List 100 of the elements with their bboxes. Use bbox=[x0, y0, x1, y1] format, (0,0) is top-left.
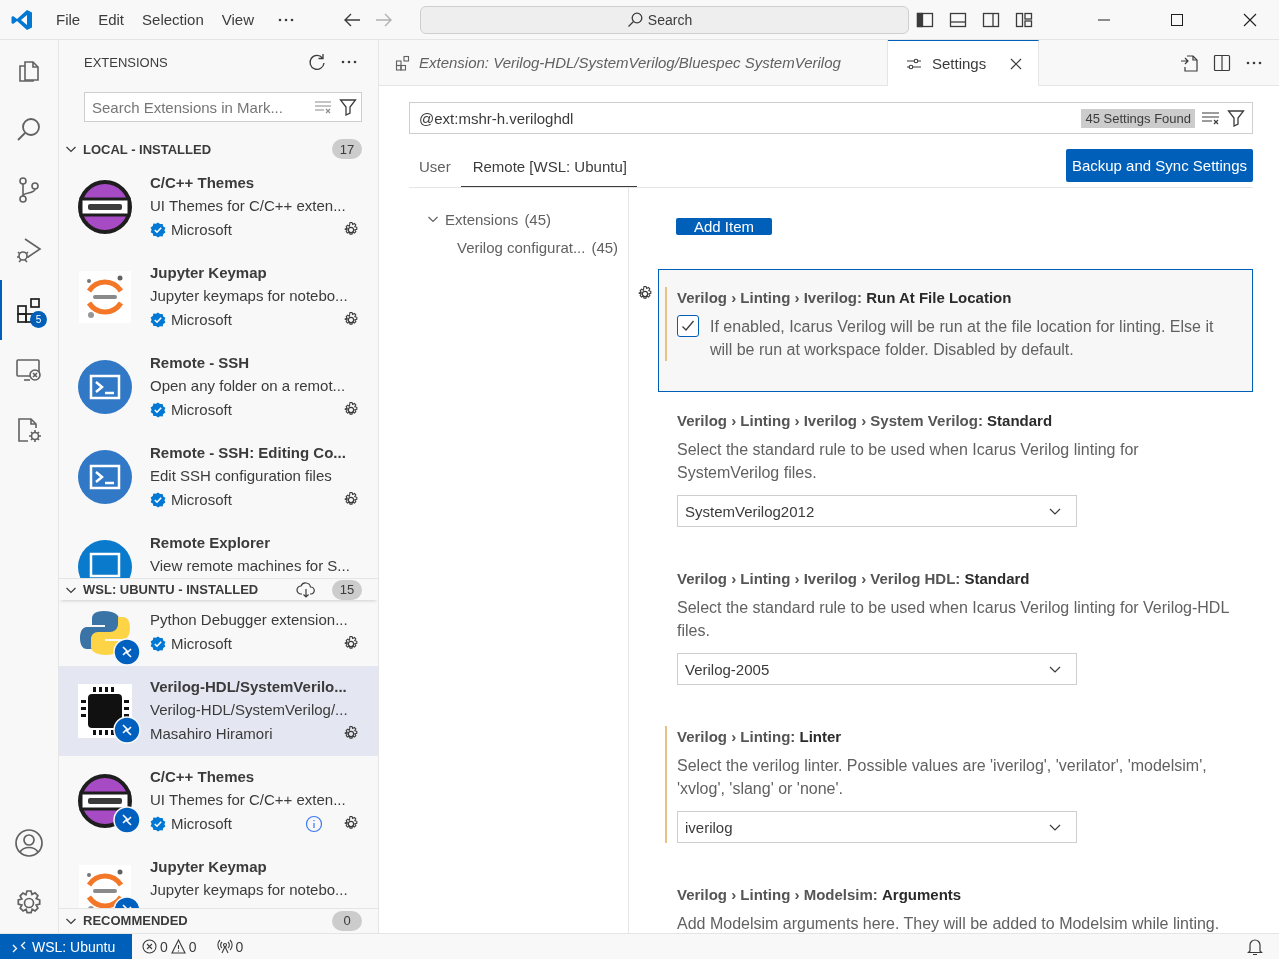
extension-name: C/C++ Themes bbox=[150, 767, 256, 787]
layout-icon[interactable] bbox=[1015, 10, 1033, 29]
extension-description: Jupyter keymaps for notebo... bbox=[150, 880, 349, 900]
menu-item[interactable]: Edit bbox=[89, 7, 134, 32]
setting-description: Add Modelsim arguments here. They will be added to Modelsim while linting. bbox=[677, 914, 1221, 933]
count-badge: 15 bbox=[332, 579, 362, 600]
more-icon[interactable] bbox=[277, 16, 295, 23]
section-title: RECOMMENDED bbox=[83, 913, 189, 928]
cloud-download-icon[interactable] bbox=[296, 581, 316, 598]
remote-icon bbox=[12, 939, 26, 954]
scope-tab[interactable]: Remote [WSL: Ubuntu] bbox=[460, 147, 637, 187]
count-badge: 17 bbox=[332, 139, 362, 159]
publisher-name: Microsoft bbox=[171, 311, 232, 328]
sidebar-toggle-icon[interactable] bbox=[916, 10, 934, 29]
setting-description: Select the standard rule to be used when Icarus Verilog linting for Verilog-HDL files. bbox=[677, 598, 1230, 641]
setting-description: Select the standard rule to be used when Icarus Verilog linting for SystemVerilog files. bbox=[677, 440, 1140, 483]
extensions-icon bbox=[15, 296, 43, 324]
setting-title: Verilog › Linting: Linter bbox=[677, 727, 843, 747]
extension-name: C/C++ Themes bbox=[150, 173, 256, 193]
extension-item[interactable]: Remote - SSH: Editing Co... Edit SSH configuration files Microsoft bbox=[59, 432, 378, 522]
run-debug-icon bbox=[15, 236, 43, 264]
setting-title: Verilog › Linting › Iverilog › System Verilog: Standard bbox=[677, 411, 1054, 431]
remote-indicator[interactable]: WSL: Ubuntu bbox=[0, 934, 132, 959]
extension-description: Jupyter keymaps for notebo... bbox=[150, 286, 349, 306]
remote-monitor-icon bbox=[15, 356, 43, 384]
setting-description: If enabled, Icarus Verilog will be run at the file location for linting. Else it will be run at workspace folder. Disabled by default. bbox=[710, 317, 1215, 360]
scope-tab[interactable]: User bbox=[409, 147, 461, 187]
ports-indicator[interactable]: 0 bbox=[206, 938, 254, 955]
publisher-name: Microsoft bbox=[171, 635, 232, 652]
menu-item[interactable]: Selection bbox=[133, 7, 213, 32]
more-icon[interactable] bbox=[340, 59, 358, 65]
section-header[interactable]: LOCAL - INSTALLED 17 bbox=[59, 136, 378, 162]
extension-item[interactable]: Jupyter Keymap Jupyter keymaps for notebo... Microsoft bbox=[59, 252, 378, 342]
dropdown[interactable]: iverilog bbox=[677, 811, 1077, 843]
split-layout-icon[interactable] bbox=[982, 10, 1000, 29]
terminal-logo-icon bbox=[78, 450, 132, 504]
menu-item[interactable]: View bbox=[212, 7, 263, 32]
clear-filter-icon[interactable] bbox=[1201, 110, 1221, 126]
close-icon[interactable] bbox=[1010, 57, 1023, 70]
warning-icon bbox=[170, 939, 186, 954]
search-field[interactable]: Search bbox=[420, 5, 909, 34]
setting-title: Verilog › Linting › Modelsim: Arguments bbox=[677, 885, 963, 905]
app-logo-icon bbox=[11, 8, 33, 31]
filter-icon[interactable] bbox=[1227, 109, 1245, 127]
panel-toggle-icon[interactable] bbox=[949, 10, 967, 29]
close-icon[interactable] bbox=[1243, 12, 1257, 27]
dropdown[interactable]: SystemVerilog2012 bbox=[677, 495, 1077, 527]
dropdown[interactable]: Verilog-2005 bbox=[677, 653, 1077, 685]
toc-item[interactable]: Extensions (45) bbox=[409, 205, 628, 233]
extension-item[interactable]: C/C++ Themes UI Themes for C/C++ exten... Microsoft bbox=[59, 756, 378, 846]
add-item-button[interactable]: Add Item bbox=[676, 218, 773, 235]
section-header[interactable]: RECOMMENDED 0 bbox=[59, 908, 378, 932]
extension-name: Jupyter Keymap bbox=[150, 263, 268, 283]
open-json-icon[interactable] bbox=[1179, 52, 1199, 73]
extension-item[interactable]: C/C++ Themes UI Themes for C/C++ exten... Microsoft bbox=[59, 162, 378, 252]
backup-sync-button[interactable]: Backup and Sync Settings bbox=[1065, 148, 1253, 182]
extension-description: UI Themes for C/C++ exten... bbox=[150, 196, 347, 216]
maximize-icon[interactable] bbox=[1170, 12, 1184, 27]
split-editor-icon[interactable] bbox=[1213, 53, 1231, 72]
refresh-icon[interactable] bbox=[308, 53, 326, 71]
section-header[interactable]: WSL: UBUNTU - INSTALLED 15 bbox=[59, 578, 378, 600]
toc-item[interactable]: Verilog configurat... (45) bbox=[409, 233, 628, 261]
extension-item[interactable]: Verilog-HDL/SystemVerilo... Verilog-HDL/SystemVerilog/... Masahiro Hiramori bbox=[59, 666, 378, 756]
editor-tab[interactable]: Settings bbox=[888, 40, 1040, 86]
count-badge: 5 bbox=[30, 311, 47, 328]
section-title: WSL: UBUNTU - INSTALLED bbox=[83, 582, 260, 597]
filter-icon[interactable] bbox=[339, 98, 357, 116]
extension-name: Remote - SSH bbox=[150, 353, 251, 373]
back-arrow-icon[interactable] bbox=[343, 11, 361, 28]
info-icon[interactable] bbox=[305, 814, 323, 833]
extension-item[interactable]: Remote Explorer View remote machines for S... bbox=[59, 522, 378, 578]
menu-item[interactable]: File bbox=[47, 7, 90, 32]
publisher-name: Masahiro Hiramori bbox=[150, 725, 273, 742]
extension-name: Remote Explorer bbox=[150, 533, 272, 553]
extensions-icon bbox=[395, 54, 411, 71]
extension-name: Verilog-HDL/SystemVerilo... bbox=[150, 677, 348, 697]
sidebar-title: EXTENSIONS bbox=[84, 54, 169, 70]
search-field[interactable]: Search Extensions in Mark... bbox=[84, 92, 362, 122]
extension-description: Verilog-HDL/SystemVerilog/... bbox=[150, 700, 349, 720]
extension-name: Remote - SSH: Editing Co... bbox=[150, 443, 347, 463]
terminal-logo-icon bbox=[78, 360, 132, 414]
extension-item[interactable]: Remote - SSH Open any folder on a remot... Microsoft bbox=[59, 342, 378, 432]
bell-icon[interactable] bbox=[1247, 937, 1263, 956]
problems-indicator[interactable]: 0 0 bbox=[132, 938, 207, 955]
results-count: 45 Settings Found bbox=[1081, 108, 1195, 128]
account-icon bbox=[14, 828, 44, 858]
publisher-name: Microsoft bbox=[171, 401, 232, 418]
extension-logo-icon bbox=[79, 271, 131, 323]
checkbox[interactable] bbox=[677, 315, 699, 337]
extension-item[interactable]: Jupyter Keymap Jupyter keymaps for notebo... bbox=[59, 846, 378, 908]
publisher-name: Microsoft bbox=[171, 815, 232, 832]
search-icon bbox=[626, 11, 643, 28]
activity-bar-item[interactable]: 5 bbox=[0, 280, 56, 340]
count-badge: 0 bbox=[332, 910, 362, 931]
document-gear-icon bbox=[15, 416, 43, 444]
setting-title: Verilog › Linting › Iverilog › Verilog HDL: Standard bbox=[677, 569, 1031, 589]
extension-item[interactable]: Python Debugger extension... Microsoft bbox=[59, 600, 378, 666]
more-icon[interactable] bbox=[1245, 59, 1263, 66]
extension-description: View remote machines for S... bbox=[150, 556, 351, 576]
setting-title: Verilog › Linting › Iverilog: Run At File Location bbox=[677, 288, 1013, 308]
